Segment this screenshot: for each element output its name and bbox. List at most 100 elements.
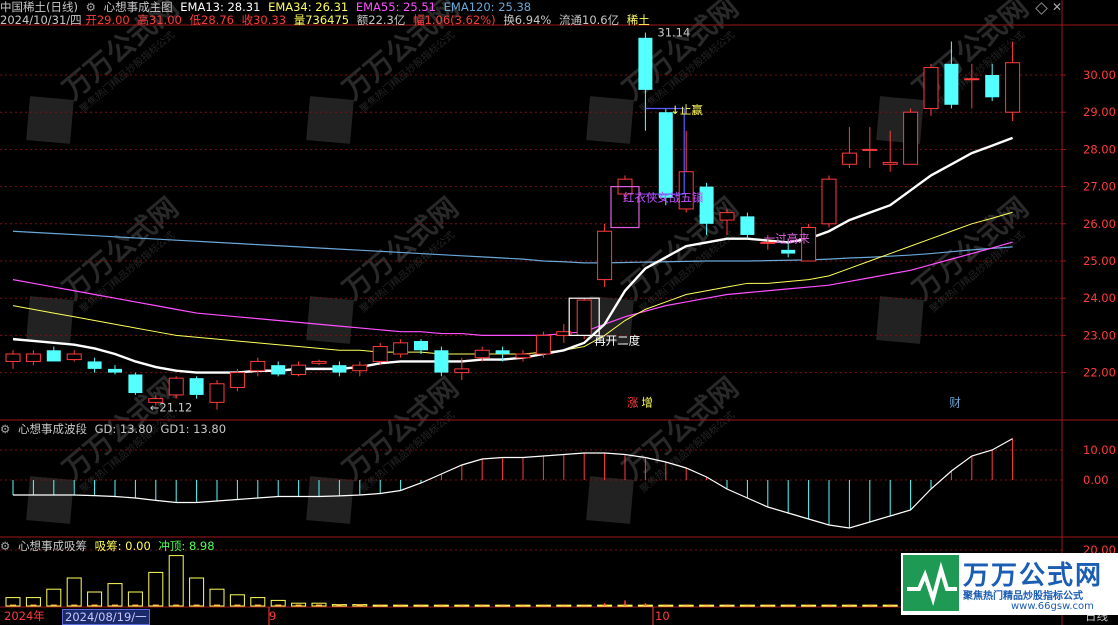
accum-chongding: 冲顶: 8.98 <box>158 539 215 553</box>
watermark-diamond <box>306 476 354 524</box>
quote-high: 高31.00 <box>137 13 182 27</box>
candle-up <box>209 383 225 403</box>
accum-bar <box>168 555 184 607</box>
signal-hongyi-label: 红衣侠女战五镇 <box>623 190 704 204</box>
price-tick-label: 25.00 <box>1083 254 1116 268</box>
indicator-name[interactable]: 心想事成主图 <box>104 0 173 14</box>
quote-open: 开29.00 <box>85 13 130 27</box>
quote-turnover: 换6.94% <box>503 13 552 27</box>
candle-up <box>882 161 898 165</box>
signal-yaoqian-label: 一过高来 <box>764 231 810 245</box>
wave-title[interactable]: 心想事成波段 <box>18 422 87 436</box>
candle-up <box>454 368 470 374</box>
logo-slogan: 聚焦热门精品炒股指标公式 <box>963 591 1083 602</box>
signal-chongkai-label: 再开二度 <box>594 334 640 348</box>
watermark-diamond <box>586 476 634 524</box>
close-icon[interactable]: ✕ <box>1052 0 1062 14</box>
watermark-diamond <box>876 296 924 344</box>
candle-down <box>46 350 61 362</box>
wave-gd1: GD1: 13.80 <box>160 422 227 436</box>
accum-bar <box>66 577 82 607</box>
sector-tag[interactable]: 稀土 <box>627 13 650 27</box>
candle-up <box>1005 62 1021 113</box>
x-month-9: 9 <box>269 609 277 623</box>
accum-header: ⚙ 心想事成吸筹 吸筹: 0.00 冲顶: 8.98 <box>0 539 219 553</box>
period-label: (日线) <box>46 0 78 14</box>
ema34-value: EMA34: 26.31 <box>268 0 349 14</box>
settings-icon[interactable]: ⚙ <box>86 0 96 14</box>
logo-url: www.66gsw.com <box>1011 601 1094 612</box>
quote-float: 流通10.6亿 <box>559 13 620 27</box>
chart-window[interactable]: 万万公式网 聚焦热门精品炒股指标公式 万万公式网 聚焦热门精品炒股指标公式 万万公式网聚… <box>0 0 1118 625</box>
watermark-diamond <box>586 96 634 144</box>
price-tick-label: 26.00 <box>1083 217 1116 231</box>
quote-change: 幅1.06(3.62%) <box>413 13 496 27</box>
x-year-label: 2024年 <box>4 609 45 623</box>
candle-down <box>108 368 122 373</box>
watermark-logo: 万万公式网聚焦热门精品炒股指标公式 <box>306 371 465 524</box>
candle-up <box>821 178 837 225</box>
candle-up <box>576 299 592 336</box>
kline-chart[interactable]: 万万公式网聚焦热门精品炒股指标公式 万万公式网聚焦热门精品炒股指标公式 万万公式网聚… <box>0 0 1118 625</box>
wave-settings-icon[interactable]: ⚙ <box>0 422 10 436</box>
candle-up <box>535 334 551 355</box>
watermark-logo: 万万公式网聚焦热门精品炒股指标公式 <box>306 191 465 344</box>
candle-up <box>372 346 388 362</box>
candle-up <box>923 67 939 109</box>
candle-up <box>229 372 245 388</box>
price-tick-label: 22.00 <box>1083 366 1116 380</box>
accum-bar <box>209 588 225 607</box>
candle-up <box>719 212 735 221</box>
main-header: 中国稀土(日线) ⚙ 心想事成主图 EMA13: 28.31 EMA34: 26… <box>0 0 535 14</box>
accum-xichou: 吸筹: 0.00 <box>94 539 151 553</box>
quote-volume: 量736475 <box>293 13 350 27</box>
candle-down <box>781 249 796 254</box>
watermark-brand: 万万公式网 <box>56 191 184 306</box>
candle-down <box>495 350 510 354</box>
watermark-logo: 万万公式网聚焦热门精品炒股指标公式 <box>26 191 185 344</box>
candle-down <box>414 340 428 351</box>
accum-bar <box>107 583 123 607</box>
price-tick-label: 28.00 <box>1083 142 1116 156</box>
candle-down <box>638 37 653 90</box>
price-tick-label: 27.00 <box>1083 180 1116 194</box>
candle-down <box>740 216 755 235</box>
candle-up <box>393 342 409 355</box>
ema55-value: EMA55: 25.51 <box>355 0 436 14</box>
price-tick-label: 24.00 <box>1083 291 1116 305</box>
candle-down <box>271 365 286 375</box>
candle-down <box>189 378 204 395</box>
quote-date: 2024/10/31/四 <box>0 13 82 27</box>
high-price-label: 31.14 <box>657 26 690 40</box>
x-cursor-date: 2024/08/19/一 <box>62 609 150 625</box>
candle-up <box>291 364 307 375</box>
watermark-diamond <box>26 296 74 344</box>
accum-bar <box>229 594 245 607</box>
logo-mark-icon <box>903 555 959 611</box>
candle-up <box>168 377 184 396</box>
accum-settings-icon[interactable]: ⚙ <box>0 539 10 553</box>
candle-down <box>658 112 673 198</box>
brand-logo: 万万公式网 聚焦热门精品炒股指标公式 www.66gsw.com <box>901 553 1118 615</box>
ema13-line <box>12 136 1014 374</box>
mark-zhang: 涨 <box>627 395 639 409</box>
ema55-line <box>12 241 1013 336</box>
quote-amount: 额22.3亿 <box>356 13 406 27</box>
watermark-brand: 万万公式网 <box>336 371 464 486</box>
stock-name[interactable]: 中国稀土 <box>0 0 46 14</box>
ema13-value: EMA13: 28.31 <box>180 0 261 14</box>
candle-up <box>250 360 266 372</box>
stop-profit-label: ↓止赢 <box>670 103 703 117</box>
candle-down <box>434 350 449 373</box>
candle-down <box>87 361 102 369</box>
candle-up <box>66 353 82 361</box>
watermark-brand: 万万公式网 <box>906 191 1034 306</box>
quote-low: 低28.76 <box>189 13 234 27</box>
candle-up <box>862 148 878 151</box>
watermark-brand: 万万公式网 <box>336 191 464 306</box>
watermark-brand: 万万公式网 <box>616 371 744 486</box>
accum-title[interactable]: 心想事成吸筹 <box>18 539 87 553</box>
accum-bar <box>189 577 205 607</box>
candle-up <box>903 111 919 165</box>
candle-up <box>25 353 41 362</box>
